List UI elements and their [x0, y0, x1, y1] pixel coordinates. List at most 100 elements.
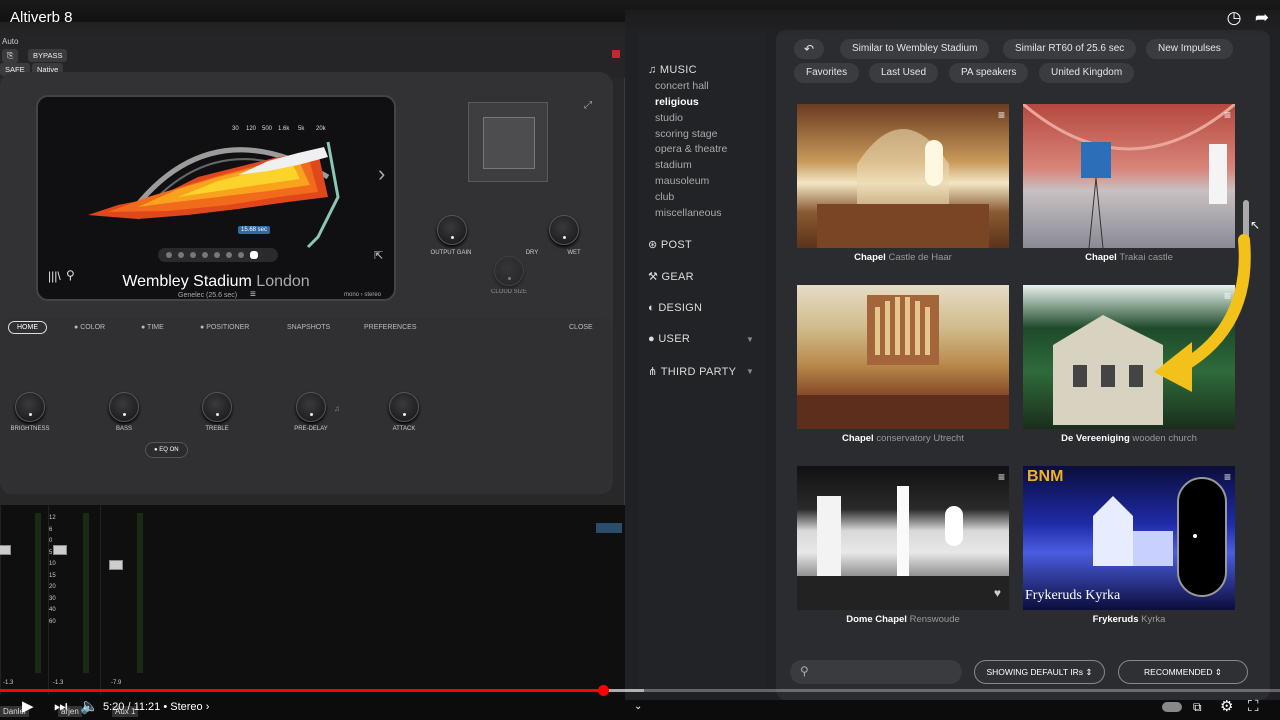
category-gear[interactable]: ⚒ GEAR [648, 270, 694, 283]
filter-chip[interactable]: Similar RT60 of 25.6 sec [1003, 39, 1137, 59]
video-title[interactable]: Altiverb 8 [10, 9, 73, 26]
close-tab[interactable]: CLOSE [569, 324, 593, 331]
category-music[interactable]: ♫ MUSIC [648, 64, 697, 76]
sort-select[interactable]: RECOMMENDED ⇕ [1118, 660, 1248, 684]
category-design[interactable]: ◐ DESIGN [648, 302, 702, 314]
daw-mixer: -1.3 12 6 0 5 10 15 20 30 40 60 -1.3 -7.9 [0, 505, 625, 695]
dry-label: DRY [525, 250, 539, 256]
fader-handle[interactable] [0, 545, 11, 555]
ir-thumbnail[interactable]: ≡ ♥ [797, 466, 1009, 610]
category-item-selected[interactable]: religious [655, 96, 699, 108]
menu-icon[interactable]: ≡ [250, 289, 256, 299]
category-user[interactable]: ● USER [648, 333, 690, 345]
freq-tick: 5k [298, 126, 305, 132]
transport-icon[interactable] [596, 523, 622, 533]
scrubber-handle[interactable] [598, 685, 609, 696]
tab-time[interactable]: ● TIME [141, 324, 164, 331]
fullscreen-icon[interactable]: ⛶ [1248, 698, 1259, 716]
external-link-icon[interactable]: ⇱ [374, 249, 383, 262]
cloud-size-knob[interactable] [494, 256, 524, 286]
category-item[interactable]: club [655, 191, 674, 203]
tab-home[interactable]: HOME [8, 321, 47, 334]
showing-select[interactable]: SHOWING DEFAULT IRs ⇕ [974, 660, 1105, 684]
filter-chip[interactable]: PA speakers [949, 63, 1029, 83]
ir-thumbnail[interactable]: ≡ [1023, 104, 1235, 248]
fader-value: -1.3 [3, 680, 14, 686]
ir-caption: Frykeruds Kyrka [1092, 614, 1166, 625]
category-post[interactable]: ⊛ POST [648, 238, 692, 251]
chevron-down-icon[interactable]: ▼ [746, 367, 754, 376]
category-item[interactable]: concert hall [655, 80, 709, 92]
category-item[interactable]: scoring stage [655, 128, 717, 140]
settings-gear-icon[interactable]: ⚙ [1220, 698, 1233, 716]
menu-icon[interactable]: ≡ [1224, 108, 1231, 122]
note-sync-icon[interactable]: ♫ [334, 404, 340, 413]
rt-badge: 15.68 sec [238, 226, 271, 234]
menu-icon[interactable]: ≡ [998, 108, 1005, 122]
tab-positioner[interactable]: ● POSITIONER [200, 324, 249, 331]
next-icon[interactable]: ⏭ [54, 698, 68, 716]
wet-label: WET [567, 250, 581, 256]
ir-variant-selector[interactable] [158, 248, 278, 262]
brightness-label: BRIGHTNESS [10, 426, 50, 432]
captions-icon[interactable]: ⧉ [1193, 698, 1202, 716]
organ-photo [797, 295, 1009, 429]
pre-delay-label: PRE-DELAY [294, 426, 328, 432]
chapel-photo [817, 129, 989, 248]
time-display: 5:20 / 11:21 • Stereo › [103, 701, 210, 713]
filter-chip[interactable]: Last Used [869, 63, 939, 83]
category-third-party[interactable]: ⋔ THIRD PARTY [648, 365, 736, 378]
positioner-box[interactable] [468, 102, 548, 182]
tab-preferences[interactable]: PREFERENCES [364, 324, 417, 331]
chevron-right-icon[interactable]: › [378, 161, 385, 187]
output-gain-knob[interactable] [437, 215, 467, 245]
played-bar [0, 689, 604, 692]
ir-thumbnail[interactable] [797, 285, 1009, 429]
menu-icon[interactable]: ≡ [998, 470, 1005, 484]
ir-caption: De Vereeniging wooden church [1061, 433, 1197, 444]
brightness-knob[interactable] [15, 392, 45, 422]
eq-on-button[interactable]: ● EQ ON [145, 442, 188, 458]
ir-thumbnail[interactable]: BNM Frykeruds Kyrka ≡ [1023, 466, 1235, 610]
filter-chip[interactable]: Favorites [794, 63, 860, 83]
heart-icon[interactable]: ♥ [994, 586, 1001, 600]
menu-icon[interactable]: ≡ [1224, 470, 1231, 484]
dry-wet-knob[interactable] [549, 215, 579, 245]
autoplay-toggle[interactable] [1162, 702, 1182, 712]
bass-knob[interactable] [109, 392, 139, 422]
chevron-down-icon[interactable]: ▼ [746, 335, 754, 344]
category-item[interactable]: mausoleum [655, 175, 709, 187]
attack-knob[interactable] [389, 392, 419, 422]
bypass-button[interactable]: BYPASS [28, 49, 68, 62]
channel-strip: -7.9 [100, 505, 150, 695]
fader-handle[interactable] [53, 545, 67, 555]
search-input[interactable]: ⚲ [790, 660, 962, 684]
chevron-down-icon[interactable]: ⌄ [634, 698, 642, 716]
fader-handle[interactable] [109, 560, 123, 570]
filter-chip[interactable]: New Impulses [1146, 39, 1233, 59]
category-item[interactable]: stadium [655, 159, 692, 171]
poster-title: Frykeruds Kyrka [1025, 588, 1121, 603]
expand-icon[interactable]: ⤢ [584, 100, 592, 111]
filter-chip[interactable]: Similar to Wembley Stadium [840, 39, 990, 59]
play-icon[interactable]: ▶ [22, 698, 34, 716]
volume-icon[interactable]: 🔈 [80, 698, 99, 716]
treble-knob[interactable] [202, 392, 232, 422]
category-item[interactable]: studio [655, 112, 683, 124]
buffered-bar [604, 689, 644, 692]
channel-strip: -1.3 [0, 505, 50, 695]
tab-snapshots[interactable]: SNAPSHOTS [287, 324, 330, 331]
back-icon[interactable]: ↶ [794, 39, 825, 59]
tab-color[interactable]: ● COLOR [74, 324, 105, 331]
ir-thumbnail[interactable]: ≡ [797, 104, 1009, 248]
share-icon[interactable]: ➦ [1252, 8, 1272, 28]
close-window-icon[interactable] [612, 50, 620, 58]
freq-tick: 500 [262, 126, 273, 132]
category-item[interactable]: miscellaneous [655, 207, 722, 219]
category-item[interactable]: opera & theatre [655, 143, 727, 155]
ir-caption: Chapel conservatory Utrecht [842, 433, 964, 444]
watch-later-icon[interactable]: ◷ [1224, 8, 1244, 28]
pre-delay-knob[interactable] [296, 392, 326, 422]
snapshot-icon[interactable]: ⎘ [2, 49, 19, 63]
filter-chip[interactable]: United Kingdom [1039, 63, 1135, 83]
